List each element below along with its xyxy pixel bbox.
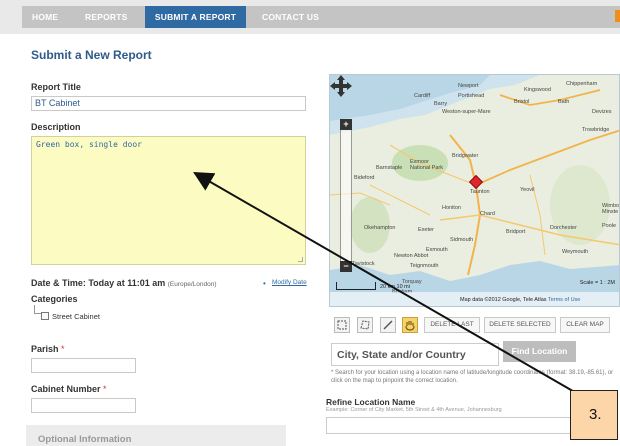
zoom-in-button[interactable]: + — [340, 119, 352, 130]
zoom-slider[interactable] — [340, 119, 352, 269]
select-tool-icon[interactable] — [334, 317, 350, 333]
required-mark: * — [103, 384, 107, 394]
modify-date-link[interactable]: Modify Date — [272, 279, 307, 286]
delete-selected-button[interactable]: DELETE SELECTED — [484, 317, 556, 333]
map-place-label: Honiton — [442, 205, 461, 211]
nav-submit-report[interactable]: SUBMIT A REPORT — [145, 6, 246, 28]
polygon-tool-icon[interactable] — [357, 317, 373, 333]
find-location-button[interactable]: Find Location — [503, 341, 576, 362]
map-place-label: Barry — [434, 101, 448, 107]
description-label: Description — [31, 122, 81, 132]
map-place-label: Wimbor Minste — [602, 203, 620, 215]
step-number: 3. — [589, 406, 602, 423]
scale-unit-mi: 10 mi — [396, 284, 410, 290]
pan-control-icon[interactable] — [330, 75, 352, 97]
delete-last-button[interactable]: DELETE LAST — [424, 317, 480, 333]
map-place-label: Yeovil — [520, 187, 535, 193]
map-scale-units: 20 km 10 mi — [380, 284, 410, 290]
clear-map-button[interactable]: CLEAR MAP — [560, 317, 610, 333]
cabinet-label-text: Cabinet Number — [31, 384, 101, 394]
map-place-label: Newport — [458, 83, 479, 89]
map-place-label: Bideford — [354, 175, 375, 181]
optional-information-title: Optional Information — [38, 434, 132, 445]
description-text: Green box, single door — [36, 140, 142, 149]
nav-corner-accent — [615, 10, 620, 22]
nav-bar: HOME REPORTS SUBMIT A REPORT CONTACT US — [22, 6, 620, 28]
map-scale-bar — [336, 282, 376, 290]
map-place-label: Teignmouth — [410, 263, 439, 269]
map-scale-ratio: Scale = 1 : 2M — [579, 280, 615, 286]
map-place-label: Newton Abbot — [394, 253, 429, 259]
terms-of-use-link[interactable]: Terms of Use — [548, 297, 580, 303]
line-tool-icon[interactable] — [380, 317, 396, 333]
map-place-label: Taunton — [470, 189, 490, 195]
cabinet-number-label: Cabinet Number * — [31, 384, 107, 394]
map-place-label: Chippenham — [566, 81, 598, 87]
scale-unit-km: 20 km — [380, 284, 395, 290]
datetime-label: Date & Time: Today at 11:01 am (Europe/L… — [31, 278, 217, 288]
report-title-label: Report Title — [31, 82, 81, 92]
map-place-label: Poole — [602, 223, 617, 229]
map-place-label: Bridport — [506, 229, 526, 235]
parish-label: Parish * — [31, 344, 65, 354]
parish-input[interactable] — [31, 358, 136, 373]
nav-home[interactable]: HOME — [32, 6, 58, 28]
map-place-label: Trowbridge — [582, 127, 610, 133]
map-place-label: Exeter — [418, 227, 434, 233]
map-place-label: Bridgwater — [452, 153, 479, 159]
map-place-label: Barnstaple — [376, 165, 403, 171]
map-attribution-text: Map data ©2012 Google, Tele Atlas — [460, 297, 547, 303]
map-place-label: Bath — [558, 99, 570, 105]
map-place-label: Tavistock — [352, 261, 375, 267]
nav-reports[interactable]: REPORTS — [85, 6, 128, 28]
map-place-label: Okehampton — [364, 225, 396, 231]
map-place-label: Sidmouth — [450, 237, 474, 243]
resize-grip-icon[interactable] — [298, 257, 303, 262]
map-place-label: Weymouth — [562, 249, 589, 255]
category-checkbox[interactable] — [41, 312, 49, 320]
map-place-label: Dorchester — [550, 225, 577, 231]
map-place-label: Kingswood — [524, 87, 551, 93]
map-place-label: Exmouth — [426, 247, 448, 253]
page-frame: HOME REPORTS SUBMIT A REPORT CONTACT US … — [0, 0, 620, 446]
location-help-text: * Search for your location using a locat… — [331, 370, 614, 384]
parish-label-text: Parish — [31, 344, 59, 354]
map-place-label: Portishead — [458, 93, 485, 99]
required-mark: * — [61, 344, 65, 354]
location-search-input[interactable]: City, State and/or Country — [331, 343, 499, 366]
hand-tool-icon[interactable] — [402, 317, 418, 333]
map-place-label: Devizes — [592, 109, 612, 115]
map-place-label: Chard — [480, 211, 495, 217]
map-place-label: Exmoor National Park — [410, 159, 444, 171]
map-attribution: Map data ©2012 Google, Tele Atlas Terms … — [460, 297, 580, 303]
map-place-label: Bristol — [514, 99, 530, 105]
map[interactable]: + − Newport Cardiff Portishead Kingswood… — [329, 74, 620, 307]
map-place-label: Weston-super-Mare — [442, 109, 491, 115]
category-tree-line — [34, 305, 41, 314]
top-nav: HOME REPORTS SUBMIT A REPORT CONTACT US — [0, 0, 620, 34]
description-textarea[interactable]: Green box, single door — [31, 136, 306, 265]
categories-label: Categories — [31, 294, 78, 304]
page-title: Submit a New Report — [31, 48, 152, 62]
category-label: Street Cabinet — [52, 312, 100, 321]
refine-location-example: Example: Corner of City Market, 5th Stre… — [326, 407, 502, 413]
step-callout: 3. — [570, 390, 618, 440]
timezone-text: (Europe/London) — [167, 281, 217, 288]
modify-date-bullet: • — [263, 279, 266, 288]
refine-location-input[interactable] — [326, 417, 576, 434]
refine-location-label: Refine Location Name — [326, 397, 416, 407]
cabinet-number-input[interactable] — [31, 398, 136, 413]
map-place-label: Cardiff — [414, 93, 431, 99]
datetime-text: Date & Time: Today at 11:01 am — [31, 278, 166, 288]
zoom-out-button[interactable]: − — [340, 261, 352, 272]
optional-information-section[interactable]: Optional Information — [26, 425, 286, 446]
nav-contact-us[interactable]: CONTACT US — [262, 6, 319, 28]
report-title-input[interactable]: BT Cabinet — [31, 96, 306, 111]
